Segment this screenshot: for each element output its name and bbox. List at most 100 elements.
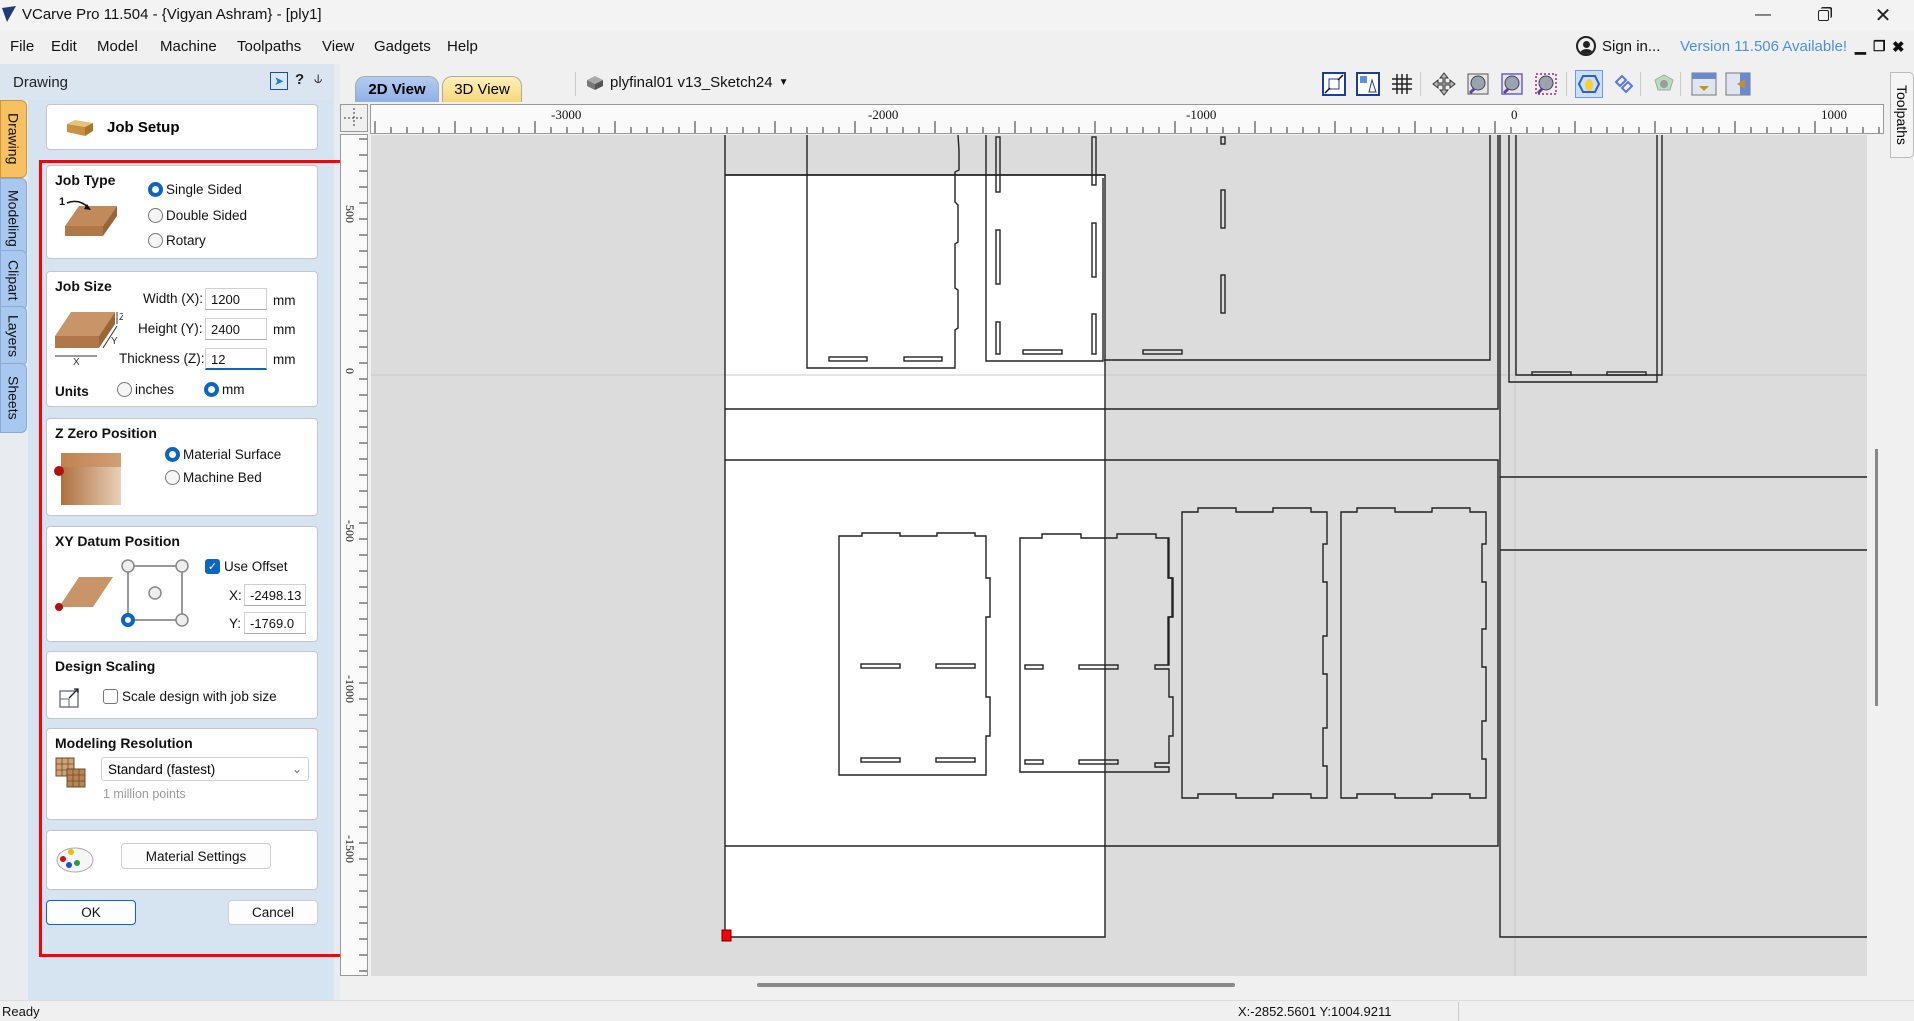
layout-side-icon[interactable] — [1724, 70, 1752, 98]
design-drawing — [371, 135, 1867, 976]
layout-top-icon[interactable] — [1690, 70, 1718, 98]
z-zero-title: Z Zero Position — [55, 425, 157, 441]
menu-model[interactable]: Model — [97, 38, 138, 55]
design-scaling-section: Design Scaling Scale design with job siz… — [46, 651, 318, 719]
set-material-size-icon[interactable] — [1320, 70, 1348, 98]
menu-file[interactable]: File — [10, 38, 34, 55]
datum-top-left — [121, 559, 135, 573]
z-zero-section: Z Zero Position Material Surface Machine… — [46, 418, 318, 516]
datum-position-selector[interactable] — [119, 557, 189, 627]
material-icon[interactable] — [1650, 70, 1678, 98]
dock-arrow-icon[interactable]: ➤ — [270, 72, 288, 90]
mdi-close-button[interactable]: ✖ — [1892, 38, 1905, 56]
ok-button[interactable]: OK — [46, 900, 136, 925]
side-tab-label: Sheets — [5, 376, 22, 420]
status-bar: Ready X:-2852.5601 Y:1004.9211 — [0, 1000, 1914, 1021]
ruler-origin-button[interactable] — [340, 104, 368, 132]
sign-in-button[interactable]: Sign in... — [1576, 36, 1660, 56]
cursor-coordinates: X:-2852.5601 Y:1004.9211 — [1238, 1004, 1392, 1019]
toolbar-divider — [575, 72, 576, 96]
button-label: OK — [81, 905, 101, 920]
radio-dot — [204, 382, 219, 397]
toolbar-divider — [1566, 72, 1567, 96]
help-icon[interactable]: ? — [295, 71, 304, 88]
datum-origin-marker — [721, 929, 732, 942]
menu-view[interactable]: View — [322, 38, 354, 55]
grid-icon[interactable] — [1388, 70, 1416, 98]
scrollbar-thumb[interactable] — [1875, 449, 1878, 706]
menu-toolpaths[interactable]: Toolpaths — [237, 38, 301, 55]
height-input[interactable]: 2400 — [205, 318, 267, 340]
radio-single-sided[interactable]: Single Sided — [148, 182, 242, 197]
menu-help[interactable]: Help — [447, 38, 478, 55]
close-button[interactable]: ✕ — [1860, 0, 1906, 30]
horizontal-scrollbar[interactable] — [371, 976, 1867, 1000]
zoom-selection-icon[interactable] — [1532, 70, 1560, 98]
close-icon: ✕ — [1874, 4, 1892, 27]
zoom-box-icon[interactable] — [1464, 70, 1492, 98]
part-outline — [1340, 507, 1487, 799]
snap-icon[interactable] — [1354, 70, 1382, 98]
radio-dot — [165, 447, 180, 462]
svg-text:Y: Y — [111, 336, 118, 347]
radio-dot — [148, 182, 163, 197]
tab-3d-view[interactable]: 3D View — [442, 76, 522, 102]
radio-rotary[interactable]: Rotary — [148, 233, 206, 248]
side-tab-sheets[interactable]: Sheets — [0, 363, 27, 433]
offset-y-label: Y: — [229, 616, 242, 631]
sheet-right-2 — [1499, 477, 1867, 938]
toolbar-divider — [1420, 72, 1421, 96]
radio-label: Single Sided — [166, 182, 242, 197]
pan-icon[interactable] — [1430, 70, 1458, 98]
scrollbar-thumb[interactable] — [757, 983, 1235, 987]
resolution-dropdown[interactable]: Standard (fastest) ⌄ — [101, 757, 309, 781]
cancel-button[interactable]: Cancel — [228, 900, 318, 925]
offset-x-input[interactable]: -2498.13 — [244, 584, 306, 606]
job-setup-title: Job Setup — [107, 119, 180, 136]
drawing-canvas[interactable] — [371, 135, 1867, 976]
radio-label: Rotary — [166, 233, 206, 248]
side-tab-drawing[interactable]: Drawing — [0, 100, 27, 178]
width-input[interactable]: 1200 — [205, 288, 267, 310]
modeling-resolution-title: Modeling Resolution — [55, 735, 193, 751]
side-tab-layers[interactable]: Layers — [0, 306, 27, 366]
menu-machine[interactable]: Machine — [160, 38, 217, 55]
radio-inches[interactable]: inches — [117, 382, 174, 397]
maximize-button[interactable] — [1800, 0, 1846, 30]
resolution-grid-icon — [55, 757, 86, 788]
minimize-button[interactable]: — — [1740, 0, 1786, 30]
slot — [1220, 189, 1226, 229]
material-settings-button[interactable]: Material Settings — [121, 843, 271, 869]
use-offset-checkbox[interactable]: ✓ Use Offset — [205, 559, 288, 574]
zoom-extents-icon[interactable] — [1498, 70, 1526, 98]
side-tab-modeling[interactable]: Modeling — [0, 178, 27, 258]
mdi-minimize-button[interactable]: ▁ — [1855, 38, 1866, 55]
sketch-selector[interactable]: plyfinal01 v13_Sketch24 ▼ — [586, 74, 789, 91]
restore-icon — [1817, 9, 1829, 21]
menu-gadgets[interactable]: Gadgets — [374, 38, 431, 55]
draw-vectors-icon[interactable] — [1575, 70, 1603, 98]
scale-design-checkbox[interactable]: Scale design with job size — [103, 689, 277, 704]
checkbox-label: Scale design with job size — [122, 689, 277, 704]
slot — [1220, 274, 1226, 314]
radio-double-sided[interactable]: Double Sided — [148, 208, 247, 223]
menu-edit[interactable]: Edit — [51, 38, 77, 55]
radio-mm[interactable]: mm — [204, 382, 245, 397]
vertical-scrollbar[interactable] — [1867, 135, 1884, 976]
thickness-input[interactable]: 12 — [205, 348, 267, 370]
offset-y-input[interactable]: -1769.0 — [244, 612, 306, 634]
tab-2d-view[interactable]: 2D View — [355, 76, 439, 102]
toolpaths-side-tab[interactable]: Toolpaths — [1890, 72, 1914, 158]
update-available-link[interactable]: Version 11.506 Available! — [1680, 38, 1847, 55]
thickness-label: Thickness (Z): — [119, 351, 205, 366]
radio-material-surface[interactable]: Material Surface — [165, 447, 281, 462]
panel-title: Drawing — [13, 74, 69, 91]
radio-machine-bed[interactable]: Machine Bed — [165, 470, 262, 485]
part-outline-inner — [1515, 135, 1663, 376]
mdi-restore-button[interactable]: ❐ — [1873, 38, 1886, 55]
side-tab-label: Layers — [5, 314, 22, 358]
ruler-label: 0 — [343, 368, 357, 374]
show-toolpaths-icon[interactable] — [1610, 70, 1638, 98]
pin-icon[interactable]: ⫝ — [314, 70, 322, 87]
side-tab-clipart[interactable]: Clipart — [0, 250, 27, 310]
